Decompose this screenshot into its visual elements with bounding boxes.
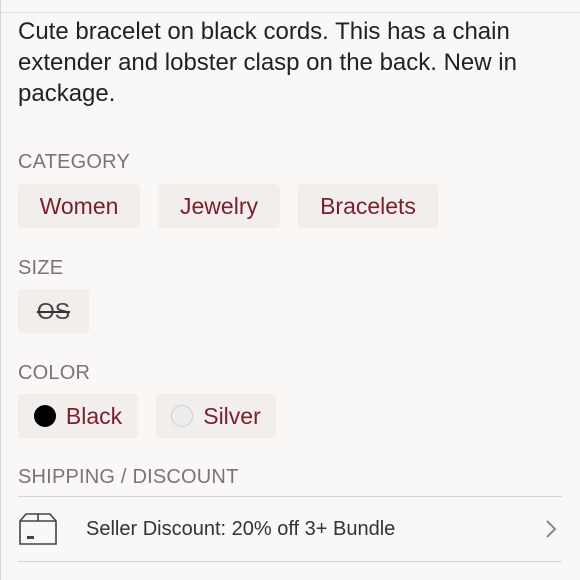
- category-chip-women[interactable]: Women: [18, 184, 140, 228]
- divider: [18, 561, 562, 562]
- category-chip-bracelets[interactable]: Bracelets: [298, 184, 438, 228]
- chevron-right-icon: [544, 517, 558, 546]
- divider: [18, 496, 562, 497]
- top-divider: [0, 0, 580, 13]
- shipping-discount-label: SHIPPING / DISCOUNT: [18, 466, 239, 488]
- color-chip-silver[interactable]: Silver: [156, 394, 276, 438]
- size-chip-label: OS: [36, 297, 71, 324]
- seller-discount-row[interactable]: Seller Discount: 20% off 3+ Bundle: [18, 509, 562, 549]
- size-chip-os[interactable]: OS: [18, 289, 89, 333]
- color-chip-label: Black: [65, 402, 123, 429]
- size-chips: OS: [0, 289, 580, 335]
- category-chips: Women Jewelry Bracelets: [0, 184, 580, 230]
- listing-description: Cute bracelet on black cords. This has a…: [18, 18, 517, 107]
- package-icon: [18, 511, 58, 552]
- category-chip-jewelry[interactable]: Jewelry: [158, 184, 280, 228]
- color-chip-black[interactable]: Black: [18, 394, 138, 438]
- category-chip-label: Bracelets: [320, 192, 416, 219]
- color-chip-label: Silver: [203, 402, 261, 429]
- seller-discount-text: Seller Discount: 20% off 3+ Bundle: [86, 517, 396, 540]
- size-label: SIZE: [18, 257, 64, 279]
- color-label: COLOR: [18, 362, 91, 384]
- color-chips: Black Silver: [0, 394, 580, 440]
- category-chip-label: Women: [39, 192, 119, 219]
- silver-swatch-icon: [171, 405, 194, 427]
- black-swatch-icon: [33, 405, 56, 427]
- category-label: CATEGORY: [18, 151, 130, 173]
- category-chip-label: Jewelry: [180, 192, 258, 219]
